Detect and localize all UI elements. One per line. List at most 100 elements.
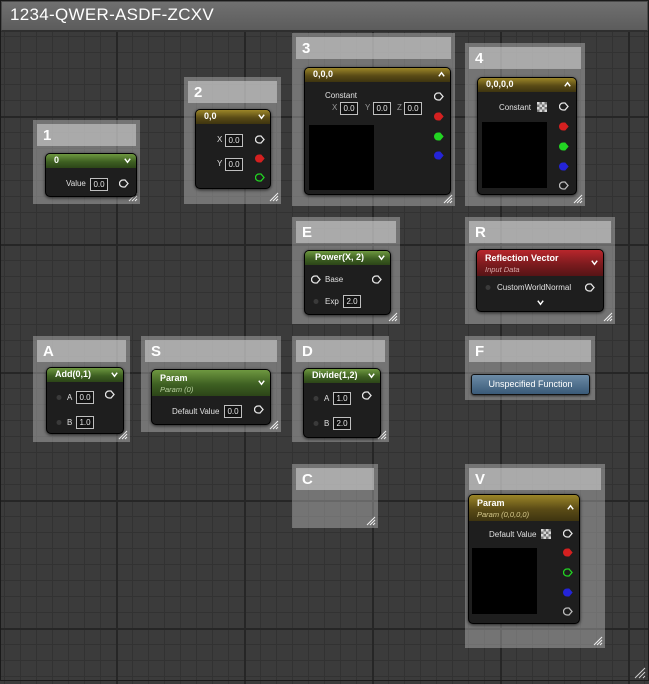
chevron-up-icon[interactable] xyxy=(437,70,446,79)
a-value-field[interactable]: 0.0 xyxy=(76,391,94,404)
node-header[interactable]: Param Param (0) xyxy=(152,370,270,396)
comment-header[interactable]: F xyxy=(469,340,591,362)
node-header[interactable]: 0,0 xyxy=(196,110,270,124)
b-input-pin-icon[interactable] xyxy=(55,418,65,427)
resize-handle-icon[interactable] xyxy=(593,636,603,646)
output-pin-icon[interactable] xyxy=(563,529,573,538)
blue-channel-pin-icon[interactable] xyxy=(563,588,573,597)
red-channel-pin-icon[interactable] xyxy=(255,154,265,163)
red-channel-pin-icon[interactable] xyxy=(434,112,444,121)
comment-header[interactable]: 2 xyxy=(188,81,277,103)
output-pin-icon[interactable] xyxy=(585,283,595,292)
comment-header[interactable]: E xyxy=(296,221,396,243)
node-header[interactable]: Add(0,1) xyxy=(47,368,123,382)
divide-node[interactable]: Divide(1,2) A 1.0 B 2.0 xyxy=(303,368,381,438)
blue-channel-pin-icon[interactable] xyxy=(559,162,569,171)
x-value-field[interactable]: 0.0 xyxy=(225,134,243,147)
green-channel-pin-icon[interactable] xyxy=(559,142,569,151)
comment-header[interactable]: 4 xyxy=(469,47,581,69)
resize-handle-icon[interactable] xyxy=(269,192,279,202)
scalar-parameter-node[interactable]: Param Param (0) Default Value 0.0 xyxy=(151,369,271,425)
base-input-pin-icon[interactable] xyxy=(311,275,321,284)
output-pin-icon[interactable] xyxy=(559,102,569,111)
chevron-up-icon[interactable] xyxy=(566,503,575,512)
value-field[interactable]: 0.0 xyxy=(90,178,108,191)
a-input-pin-icon[interactable] xyxy=(55,393,65,402)
red-channel-pin-icon[interactable] xyxy=(559,122,569,131)
y-value-field[interactable]: 0.0 xyxy=(225,158,243,171)
chevron-down-icon[interactable] xyxy=(367,371,376,380)
node-header[interactable]: 0 xyxy=(46,154,136,168)
red-channel-pin-icon[interactable] xyxy=(563,548,573,557)
vector2-constant-node[interactable]: 0,0 X 0.0 Y 0.0 xyxy=(195,109,271,189)
output-pin-icon[interactable] xyxy=(255,135,265,144)
comment-header[interactable]: S xyxy=(145,340,277,362)
chevron-up-icon[interactable] xyxy=(563,80,572,89)
green-channel-pin-icon[interactable] xyxy=(434,132,444,141)
output-pin-icon[interactable] xyxy=(372,275,382,284)
y-value-field[interactable]: 0.0 xyxy=(373,102,391,115)
comment-header[interactable]: A xyxy=(37,340,126,362)
node-header[interactable]: Param Param (0,0,0,0) xyxy=(469,495,579,521)
chevron-down-icon[interactable] xyxy=(377,253,386,262)
resize-handle-icon[interactable] xyxy=(366,516,376,526)
b-value-field[interactable]: 2.0 xyxy=(333,417,351,430)
comment-header[interactable]: D xyxy=(296,340,385,362)
expand-chevron-icon[interactable] xyxy=(536,298,545,307)
power-node[interactable]: Power(X, 2) Base Exp 2.0 xyxy=(304,250,391,315)
a-value-field[interactable]: 1.0 xyxy=(333,392,351,405)
base-label: Base xyxy=(325,275,344,284)
vector3-constant-node[interactable]: 0,0,0 Constant X 0.0 Y 0.0 Z 0.0 xyxy=(304,67,451,195)
a-input-pin-icon[interactable] xyxy=(312,394,322,403)
exp-value-field[interactable]: 2.0 xyxy=(343,295,361,308)
comment-header[interactable]: 1 xyxy=(37,124,136,146)
color-swatch[interactable] xyxy=(537,102,547,112)
blue-channel-pin-icon[interactable] xyxy=(434,151,444,160)
node-subtitle: Param (0) xyxy=(160,385,194,394)
comment-header[interactable]: 3 xyxy=(296,37,451,59)
color-swatch[interactable] xyxy=(541,529,551,539)
add-node[interactable]: Add(0,1) A 0.0 B 1.0 xyxy=(46,367,124,434)
node-header[interactable]: Power(X, 2) xyxy=(305,251,390,265)
custom-world-normal-pin-icon[interactable] xyxy=(484,283,494,292)
green-channel-pin-icon[interactable] xyxy=(563,568,573,577)
green-channel-pin-icon[interactable] xyxy=(255,173,265,182)
alpha-channel-pin-icon[interactable] xyxy=(563,607,573,616)
comment-box-C[interactable]: C xyxy=(292,464,378,528)
node-header[interactable]: 0,0,0,0 xyxy=(478,78,576,92)
output-pin-icon[interactable] xyxy=(362,391,372,400)
chevron-down-icon[interactable] xyxy=(590,258,599,267)
default-value-field[interactable]: 0.0 xyxy=(224,405,242,418)
resize-handle-icon[interactable] xyxy=(443,194,453,204)
x-value-field[interactable]: 0.0 xyxy=(340,102,358,115)
chevron-down-icon[interactable] xyxy=(123,156,132,165)
node-header[interactable]: 0,0,0 xyxy=(305,68,450,82)
comment-header[interactable]: C xyxy=(296,468,374,490)
comment-header[interactable]: R xyxy=(469,221,611,243)
b-value-field[interactable]: 1.0 xyxy=(76,416,94,429)
chevron-down-icon[interactable] xyxy=(110,370,119,379)
resize-handle-icon[interactable] xyxy=(573,194,583,204)
output-pin-icon[interactable] xyxy=(254,405,264,414)
output-pin-icon[interactable] xyxy=(434,92,444,101)
default-value-label: Default Value xyxy=(489,530,537,539)
output-pin-icon[interactable] xyxy=(119,179,129,188)
vector-parameter-node[interactable]: Param Param (0,0,0,0) Default Value xyxy=(468,494,580,624)
z-value-field[interactable]: 0.0 xyxy=(404,102,422,115)
exp-input-pin-icon[interactable] xyxy=(312,297,322,306)
scalar-constant-node[interactable]: 0 Value 0.0 xyxy=(45,153,137,197)
output-pin-icon[interactable] xyxy=(105,390,115,399)
chevron-down-icon[interactable] xyxy=(257,378,266,387)
comment-header[interactable]: V xyxy=(469,468,601,490)
vector4-constant-node[interactable]: 0,0,0,0 Constant xyxy=(477,77,577,195)
b-input-pin-icon[interactable] xyxy=(312,419,322,428)
resize-handle-icon[interactable] xyxy=(603,312,613,322)
a-label: A xyxy=(67,393,73,402)
unspecified-function-node[interactable]: Unspecified Function xyxy=(471,374,590,395)
node-header[interactable]: Reflection Vector Input Data xyxy=(477,250,603,276)
reflection-vector-node[interactable]: Reflection Vector Input Data CustomWorld… xyxy=(476,249,604,312)
chevron-down-icon[interactable] xyxy=(257,112,266,121)
panel-resize-grip-icon[interactable] xyxy=(634,666,646,679)
node-header[interactable]: Divide(1,2) xyxy=(304,369,380,383)
alpha-channel-pin-icon[interactable] xyxy=(559,181,569,190)
